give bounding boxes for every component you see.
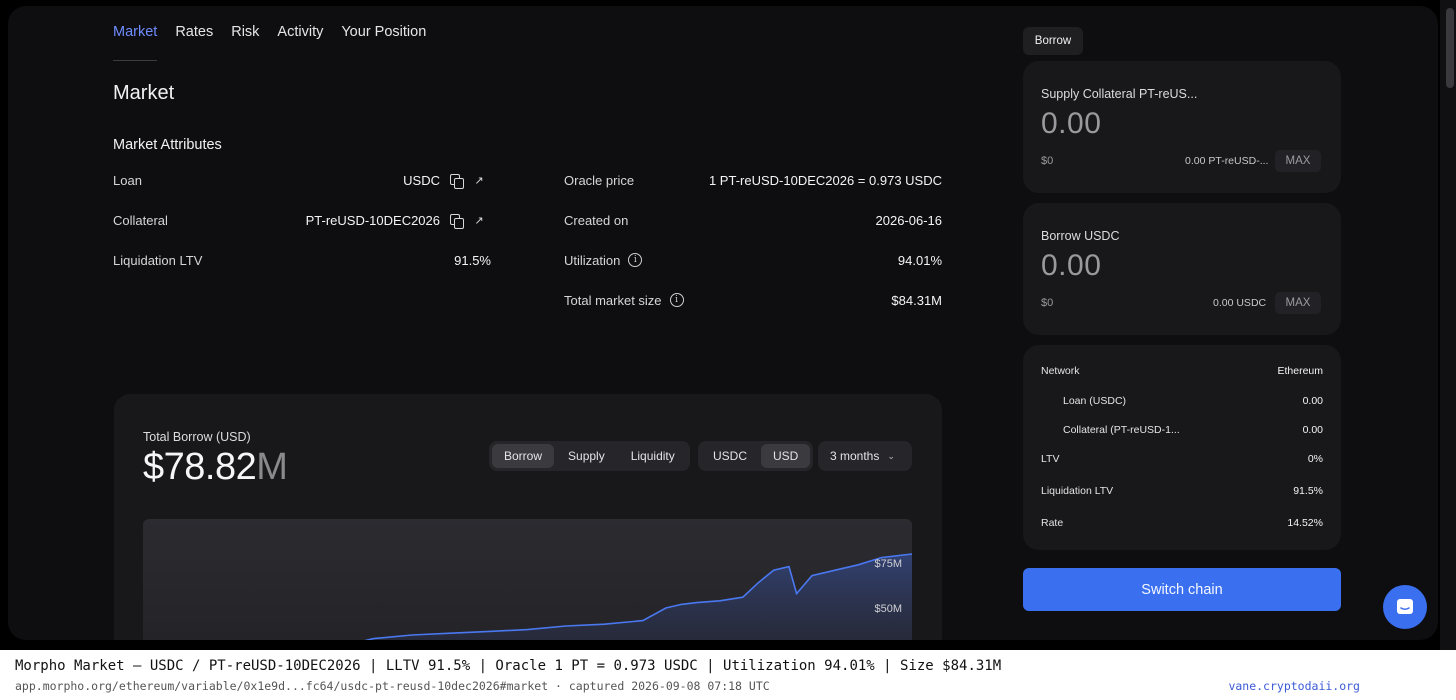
supply-balance: 0.00 PT-reUSD-... — [1185, 155, 1269, 167]
supply-max-button[interactable]: MAX — [1275, 150, 1321, 172]
chevron-down-icon: ⌄ — [887, 450, 895, 461]
supply-collateral-card: Supply Collateral PT-reUS... 0.00 $0 0.0… — [1023, 61, 1341, 193]
attr-oracle-price-value: 1 PT-reUSD-10DEC2026 = 0.973 USDC — [708, 172, 942, 188]
currency-toggle: USDC USD — [698, 441, 814, 471]
external-link-icon[interactable]: ↗ — [473, 214, 485, 227]
metric-toggle: Borrow Supply Liquidity — [489, 441, 690, 471]
borrow-usdc-title: Borrow USDC — [1041, 229, 1120, 243]
summary-loan-label: Loan (USDC) — [1063, 395, 1127, 407]
tab-market[interactable]: Market — [113, 24, 158, 61]
summary-rate-row: Rate 14.52% — [1041, 517, 1323, 529]
summary-liquidation-ltv-row: Liquidation LTV 91.5% — [1041, 485, 1323, 497]
summary-liquidation-ltv-label: Liquidation LTV — [1041, 485, 1114, 497]
chart-plot-area: $75M $50M — [143, 519, 912, 640]
external-link-icon[interactable]: ↗ — [473, 174, 485, 187]
borrow-amount-input[interactable]: 0.00 — [1041, 249, 1101, 283]
summary-rate-label: Rate — [1041, 517, 1064, 529]
currency-usdc-button[interactable]: USDC — [701, 444, 759, 468]
attr-liquidation-ltv: Liquidation LTV 91.5% — [113, 250, 491, 270]
metric-borrow-button[interactable]: Borrow — [492, 444, 555, 468]
market-attributes-title: Market Attributes — [113, 137, 222, 153]
attr-utilization-label: Utilization — [564, 252, 621, 268]
y-tick-label: $50M — [874, 603, 902, 615]
tab-rates[interactable]: Rates — [175, 24, 213, 61]
page-title: Market — [113, 82, 175, 104]
borrow-max-button[interactable]: MAX — [1275, 292, 1321, 314]
position-summary-card: Network Ethereum Loan (USDC) 0.00 Collat… — [1023, 345, 1341, 550]
metric-supply-button[interactable]: Supply — [556, 444, 617, 468]
supply-collateral-title: Supply Collateral PT-reUS... — [1041, 87, 1198, 101]
chat-icon — [1397, 599, 1413, 614]
info-icon[interactable]: i — [628, 253, 643, 267]
summary-network-value: Ethereum — [1277, 365, 1323, 377]
summary-rate-value: 14.52% — [1287, 517, 1323, 529]
summary-network-label: Network — [1041, 365, 1080, 377]
app-window: Market Rates Risk Activity Your Position… — [8, 6, 1438, 640]
attr-liquidation-ltv-value: 91.5% — [454, 252, 491, 268]
summary-liquidation-ltv-value: 91.5% — [1293, 485, 1323, 497]
borrow-balance: 0.00 USDC — [1213, 297, 1267, 309]
time-range-dropdown[interactable]: 3 months ⌄ — [818, 441, 912, 471]
summary-ltv-row: LTV 0% — [1041, 453, 1323, 465]
summary-collateral-value: 0.00 — [1302, 424, 1323, 436]
total-borrow-value: $78.82M — [143, 446, 288, 489]
summary-network-row: Network Ethereum — [1041, 365, 1323, 377]
y-tick-label: $75M — [874, 558, 902, 570]
attr-utilization: Utilization i 94.01% — [564, 250, 942, 270]
caption-summary: Morpho Market — USDC / PT-reUSD-10DEC202… — [15, 658, 1002, 674]
tab-risk[interactable]: Risk — [231, 24, 259, 61]
time-range-value: 3 months — [830, 449, 880, 463]
attr-total-market-size-label: Total market size — [564, 292, 662, 308]
copy-icon[interactable] — [450, 213, 464, 229]
currency-usd-button[interactable]: USD — [761, 444, 811, 468]
metric-liquidity-button[interactable]: Liquidity — [619, 444, 687, 468]
attr-created-on-label: Created on — [564, 212, 629, 228]
attr-created-on: Created on 2026-06-16 — [564, 210, 942, 230]
borrow-usdc-card: Borrow USDC 0.00 $0 0.00 USDC MAX — [1023, 203, 1341, 335]
attr-loan-value: USDC — [403, 172, 440, 188]
summary-loan-row: Loan (USDC) 0.00 — [1063, 395, 1323, 407]
summary-collateral-label: Collateral (PT-reUSD-1... — [1063, 424, 1180, 436]
attr-collateral: Collateral PT-reUSD-10DEC2026 ↗ — [113, 210, 485, 230]
attr-collateral-label: Collateral — [113, 212, 168, 228]
summary-ltv-label: LTV — [1041, 453, 1060, 465]
browser-scrollbar-thumb[interactable] — [1446, 8, 1454, 88]
borrow-mode-tab[interactable]: Borrow — [1023, 27, 1083, 55]
attr-oracle-price-label: Oracle price — [564, 172, 635, 188]
summary-collateral-row: Collateral (PT-reUSD-1... 0.00 — [1063, 424, 1323, 436]
attr-liquidation-ltv-label: Liquidation LTV — [113, 252, 203, 268]
attr-total-market-size-value: $84.31M — [891, 292, 942, 308]
attr-oracle-price: Oracle price 1 PT-reUSD-10DEC2026 = 0.97… — [564, 170, 942, 190]
attr-utilization-value: 94.01% — [897, 252, 942, 268]
borrow-area-chart: $75M $50M — [364, 553, 912, 640]
borrow-usd-value: $0 — [1041, 297, 1054, 309]
chart-label: Total Borrow (USD) — [143, 430, 251, 444]
summary-loan-value: 0.00 — [1302, 395, 1323, 407]
attr-loan: Loan USDC ↗ — [113, 170, 485, 190]
supply-amount-input[interactable]: 0.00 — [1041, 107, 1101, 141]
summary-ltv-value: 0% — [1307, 453, 1323, 465]
caption-source: app.morpho.org/ethereum/variable/0x1e9d.… — [15, 679, 770, 693]
caption-site: vane.cryptodaii.org — [1228, 679, 1360, 693]
attr-total-market-size: Total market size i $84.31M — [564, 290, 942, 310]
borrow-area-fill — [367, 554, 912, 640]
attr-loan-label: Loan — [113, 172, 142, 188]
total-borrow-amount: $78.82 — [143, 446, 257, 488]
caption-strip: Morpho Market — USDC / PT-reUSD-10DEC202… — [0, 650, 1456, 700]
total-borrow-chart-card: Total Borrow (USD) $78.82M Borrow Supply… — [114, 394, 942, 640]
info-icon[interactable]: i — [669, 293, 684, 307]
supply-usd-value: $0 — [1041, 155, 1054, 167]
tab-your-position[interactable]: Your Position — [341, 24, 426, 61]
tab-activity[interactable]: Activity — [277, 24, 323, 61]
switch-chain-button[interactable]: Switch chain — [1023, 568, 1341, 611]
market-tabs: Market Rates Risk Activity Your Position — [113, 24, 426, 61]
total-borrow-unit: M — [256, 446, 288, 488]
attr-collateral-value: PT-reUSD-10DEC2026 — [305, 212, 440, 228]
copy-icon[interactable] — [450, 173, 464, 189]
chat-support-button[interactable] — [1383, 585, 1427, 629]
attr-created-on-value: 2026-06-16 — [875, 212, 943, 228]
browser-scrollbar-track[interactable] — [1440, 0, 1456, 650]
